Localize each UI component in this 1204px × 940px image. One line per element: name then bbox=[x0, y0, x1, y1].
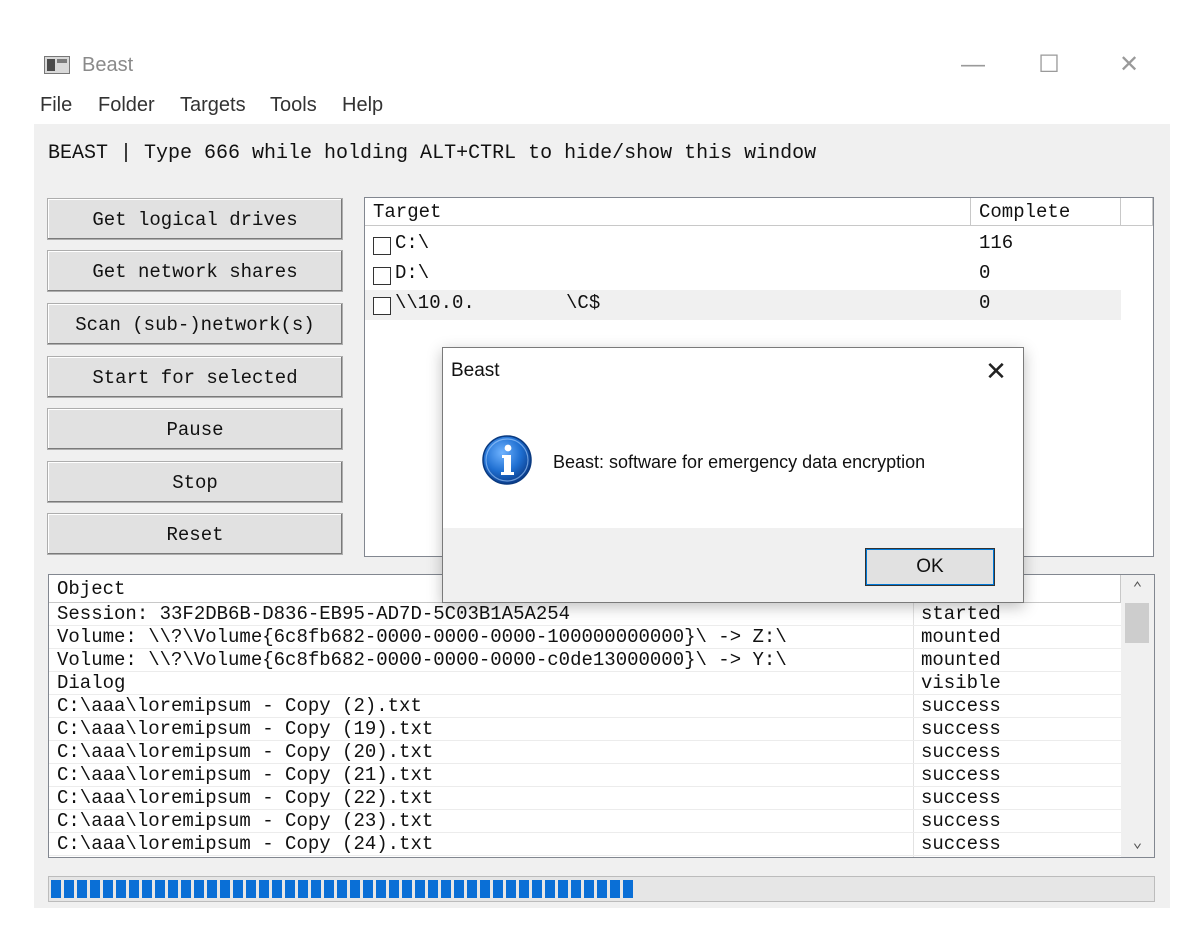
menu-file[interactable]: File bbox=[40, 94, 72, 117]
log-status: success bbox=[921, 787, 1001, 809]
log-row[interactable]: C:\aaa\loremipsum - Copy (19).txt success bbox=[49, 718, 1121, 741]
message-dialog: Beast ✕ Beast: software for emergency da… bbox=[442, 347, 1024, 603]
log-status: success bbox=[921, 810, 1001, 832]
info-icon bbox=[482, 435, 532, 485]
log-row[interactable]: Volume: \\?\Volume{6c8fb682-0000-0000-00… bbox=[49, 649, 1121, 672]
menu-targets[interactable]: Targets bbox=[180, 94, 246, 117]
target-complete: 0 bbox=[979, 262, 991, 284]
target-name: D:\ bbox=[395, 262, 430, 284]
maximize-button[interactable]: ☐ bbox=[1026, 48, 1072, 82]
log-row[interactable]: C:\aaa\loremipsum - Copy (24).txt success bbox=[49, 833, 1121, 856]
log-object: C:\aaa\loremipsum - Copy (23).txt bbox=[57, 810, 434, 832]
stop-button[interactable]: Stop bbox=[47, 461, 343, 503]
start-for-selected-button[interactable]: Start for selected bbox=[47, 356, 343, 398]
title-bar: Beast — ☐ ✕ bbox=[0, 40, 1204, 90]
log-object: C:\aaa\loremipsum - Copy (22).txt bbox=[57, 787, 434, 809]
log-status: success bbox=[921, 695, 1001, 717]
target-row[interactable]: C:\ 116 bbox=[365, 230, 1121, 260]
log-status: success bbox=[921, 741, 1001, 763]
reset-button[interactable]: Reset bbox=[47, 513, 343, 555]
log-object: Volume: \\?\Volume{6c8fb682-0000-0000-00… bbox=[57, 626, 787, 648]
log-status: visible bbox=[921, 672, 1001, 694]
pause-button[interactable]: Pause bbox=[47, 408, 343, 450]
log-object: Volume: \\?\Volume{6c8fb682-0000-0000-00… bbox=[57, 649, 787, 671]
target-row[interactable]: \\10.0. \C$ 0 bbox=[365, 290, 1121, 320]
column-header-complete[interactable]: Complete bbox=[971, 198, 1121, 226]
log-status: success bbox=[921, 764, 1001, 786]
scroll-thumb[interactable] bbox=[1125, 603, 1149, 643]
app-window-icon bbox=[44, 56, 70, 74]
target-checkbox[interactable] bbox=[373, 297, 391, 315]
target-complete: 116 bbox=[979, 232, 1014, 254]
log-row[interactable]: Dialog visible bbox=[49, 672, 1121, 695]
dialog-message: Beast: software for emergency data encry… bbox=[553, 452, 926, 472]
log-row[interactable]: C:\aaa\loremipsum - Copy (20).txt success bbox=[49, 741, 1121, 764]
scan-subnetworks-button[interactable]: Scan (sub-)network(s) bbox=[47, 303, 343, 345]
log-row[interactable]: C:\aaa\loremipsum - Copy (21).txt success bbox=[49, 764, 1121, 787]
target-row[interactable]: D:\ 0 bbox=[365, 260, 1121, 290]
dialog-close-button[interactable]: ✕ bbox=[979, 354, 1013, 388]
log-object: Session: 33F2DB6B-D836-EB95-AD7D-5C03B1A… bbox=[57, 603, 571, 625]
log-object: C:\aaa\loremipsum - Copy (24).txt bbox=[57, 833, 434, 855]
target-complete: 0 bbox=[979, 292, 991, 314]
hint-text: BEAST | Type 666 while holding ALT+CTRL … bbox=[48, 142, 817, 165]
log-row[interactable]: C:\aaa\loremipsum - Copy (22).txt success bbox=[49, 787, 1121, 810]
ok-button[interactable]: OK bbox=[865, 548, 995, 586]
log-list[interactable]: Object Session: 33F2DB6B-D836-EB95-AD7D-… bbox=[48, 574, 1155, 858]
column-header-filler bbox=[1121, 198, 1153, 226]
log-object: C:\aaa\loremipsum - Copy (21).txt bbox=[57, 764, 434, 786]
window-title: Beast bbox=[82, 54, 134, 76]
dialog-title: Beast bbox=[451, 360, 500, 381]
log-status: success bbox=[921, 718, 1001, 740]
log-status: started bbox=[921, 603, 1001, 625]
log-row[interactable]: C:\aaa\loremipsum - Copy (2).txt success bbox=[49, 695, 1121, 718]
progress-bar bbox=[48, 876, 1155, 902]
scroll-up-arrow-icon[interactable]: ⌃ bbox=[1121, 577, 1154, 601]
target-checkbox[interactable] bbox=[373, 237, 391, 255]
get-network-shares-button[interactable]: Get network shares bbox=[47, 250, 343, 292]
progress-fill bbox=[51, 880, 636, 898]
scroll-down-arrow-icon[interactable]: ⌄ bbox=[1121, 831, 1154, 855]
target-checkbox[interactable] bbox=[373, 267, 391, 285]
dialog-footer: OK bbox=[443, 528, 1023, 602]
log-status: mounted bbox=[921, 626, 1001, 648]
log-object: C:\aaa\loremipsum - Copy (20).txt bbox=[57, 741, 434, 763]
log-object: Dialog bbox=[57, 672, 126, 694]
log-object: C:\aaa\loremipsum - Copy (19).txt bbox=[57, 718, 434, 740]
get-logical-drives-button[interactable]: Get logical drives bbox=[47, 198, 343, 240]
log-row[interactable]: Session: 33F2DB6B-D836-EB95-AD7D-5C03B1A… bbox=[49, 603, 1121, 626]
log-status: mounted bbox=[921, 649, 1001, 671]
log-row[interactable]: Volume: \\?\Volume{6c8fb682-0000-0000-00… bbox=[49, 626, 1121, 649]
close-button[interactable]: ✕ bbox=[1106, 48, 1152, 82]
minimize-button[interactable]: — bbox=[950, 48, 996, 82]
log-row[interactable]: C:\aaa\loremipsum - Copy (23).txt success bbox=[49, 810, 1121, 833]
log-status: success bbox=[921, 833, 1001, 855]
log-object: C:\aaa\loremipsum - Copy (2).txt bbox=[57, 695, 422, 717]
target-name: \\10.0. \C$ bbox=[395, 292, 601, 314]
column-header-target[interactable]: Target bbox=[365, 198, 971, 226]
vertical-scrollbar[interactable]: ⌃ ⌄ bbox=[1121, 575, 1154, 857]
target-name: C:\ bbox=[395, 232, 430, 254]
menu-tools[interactable]: Tools bbox=[270, 94, 317, 117]
menu-help[interactable]: Help bbox=[342, 94, 383, 117]
menu-folder[interactable]: Folder bbox=[98, 94, 155, 117]
